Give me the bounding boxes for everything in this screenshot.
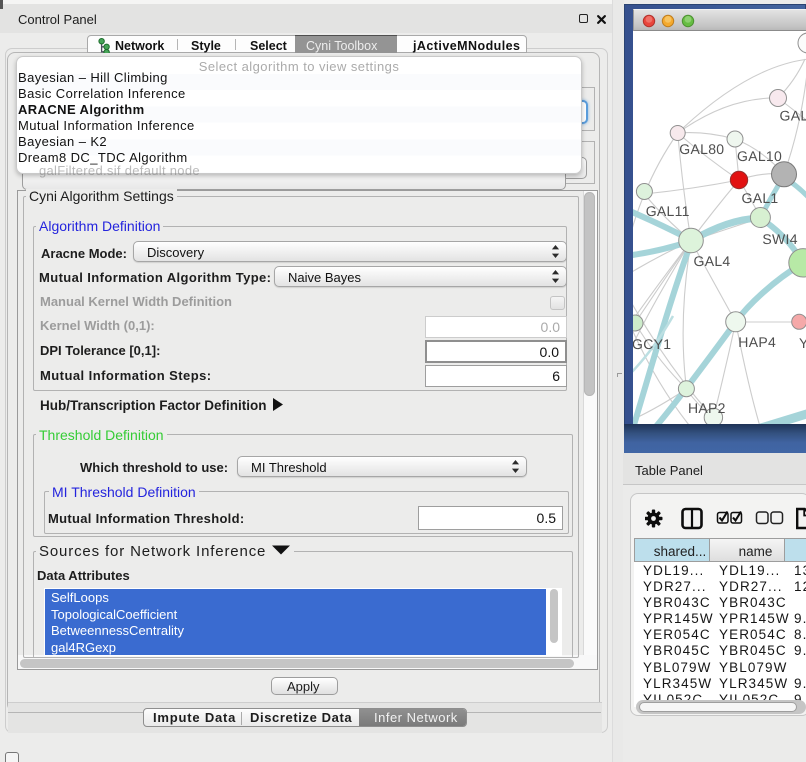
- svg-text:HAP4: HAP4: [738, 334, 776, 350]
- svg-text:GAL11: GAL11: [646, 203, 690, 219]
- svg-text:HAP2: HAP2: [688, 400, 726, 416]
- svg-text:GAL1: GAL1: [742, 190, 779, 206]
- svg-text:Y: Y: [799, 335, 806, 351]
- svg-text:GAL: GAL: [780, 108, 806, 124]
- svg-text:GAL4: GAL4: [694, 253, 731, 269]
- svg-text:GCY1: GCY1: [633, 336, 671, 352]
- svg-text:SWI4: SWI4: [762, 231, 797, 247]
- svg-text:GAL80: GAL80: [679, 141, 724, 157]
- svg-text:GAL10: GAL10: [737, 148, 782, 164]
